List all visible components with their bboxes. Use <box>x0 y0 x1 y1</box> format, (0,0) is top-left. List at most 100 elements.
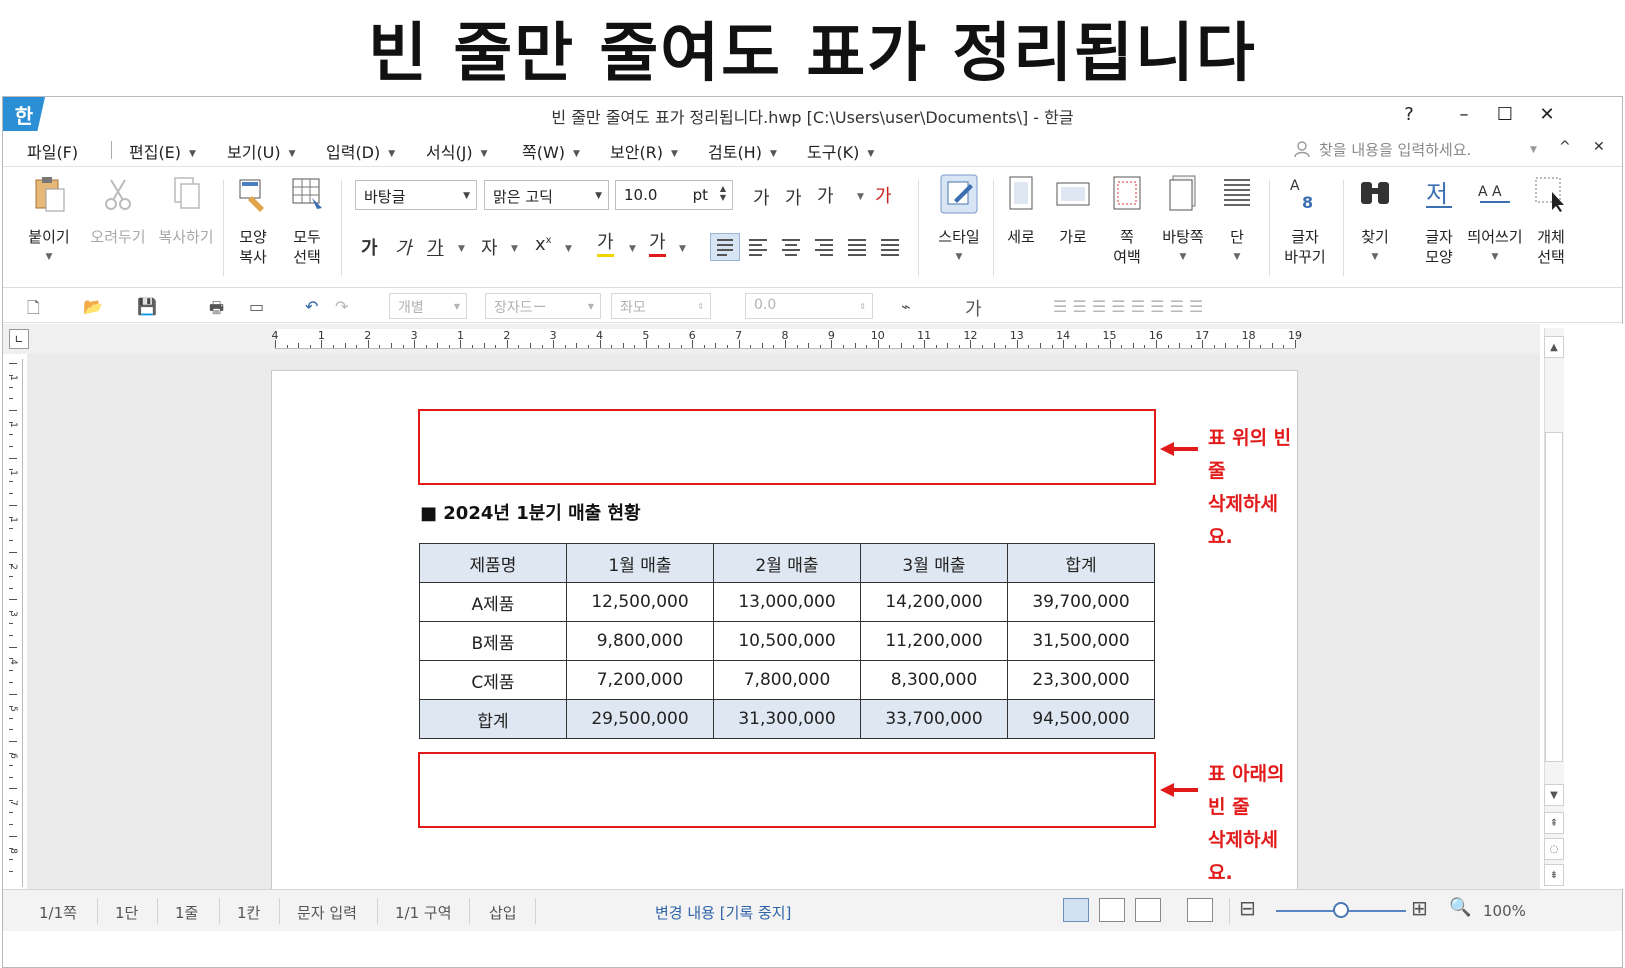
zoom-search-icon[interactable]: 🔍 <box>1449 897 1471 918</box>
table-cell[interactable]: 합계 <box>419 699 567 739</box>
chevron-down-icon[interactable]: ▼ <box>458 244 465 254</box>
line-spacing-select[interactable]: 좌모 ⇕ <box>611 293 711 319</box>
table-cell[interactable]: B제품 <box>419 621 567 661</box>
char-shape-icon[interactable]: 가 <box>875 182 892 208</box>
style-button[interactable]: 스타일 ▼ <box>931 174 987 267</box>
portrait-button[interactable]: 세로 <box>1001 174 1041 247</box>
next-page-icon[interactable]: ⇟ <box>1544 864 1564 886</box>
bold-icon[interactable]: 가 <box>361 234 378 260</box>
table-cell[interactable]: 13,000,000 <box>713 582 861 622</box>
table-header-cell[interactable]: 제품명 <box>419 543 567 583</box>
table-cell[interactable]: 14,200,000 <box>860 582 1008 622</box>
table-cell[interactable]: 31,500,000 <box>1007 621 1155 661</box>
paste-button[interactable]: 붙이기 ▼ <box>21 174 77 267</box>
superscript-icon[interactable]: xx <box>535 234 552 255</box>
font-size-field[interactable]: 10.0 pt ▲ ▼ <box>615 180 733 210</box>
menu-file[interactable]: 파일(F) <box>27 139 78 163</box>
search-dropdown-icon[interactable]: ▼ <box>1530 145 1537 155</box>
minimize-button[interactable]: – <box>1446 101 1482 127</box>
print-icon[interactable]: 🖶 <box>209 297 224 324</box>
status-mode[interactable]: 문자 입력 <box>297 902 357 923</box>
table-cell[interactable]: 7,800,000 <box>713 660 861 700</box>
open-folder-icon[interactable]: 📂 <box>83 297 103 316</box>
chevron-down-icon[interactable]: ▼ <box>857 192 864 202</box>
highlight-icon[interactable]: 가 <box>597 232 614 257</box>
prev-page-icon[interactable]: ⇞ <box>1544 812 1564 834</box>
maximize-button[interactable]: ☐ <box>1487 101 1523 127</box>
char-style-link-icon[interactable]: ⌁ <box>901 297 911 316</box>
redo-icon[interactable]: ↷ <box>335 297 348 316</box>
vertical-scrollbar[interactable]: ▲ ▼ ⇞ ◌ ⇟ <box>1540 324 1624 889</box>
menu-tools[interactable]: 도구(K) ▼ <box>807 139 874 163</box>
view-normal-icon[interactable] <box>1063 898 1089 922</box>
para-style-select[interactable]: 개별 ▼ <box>389 293 467 319</box>
char-style-select[interactable]: 장자드ー ▼ <box>485 293 601 319</box>
table-cell[interactable]: 11,200,000 <box>860 621 1008 661</box>
view-two-page-icon[interactable] <box>1099 898 1125 922</box>
scroll-down-icon[interactable]: ▼ <box>1544 784 1564 806</box>
underline-icon[interactable]: 가 <box>427 234 444 260</box>
table-cell[interactable]: 7,200,000 <box>566 660 714 700</box>
landscape-button[interactable]: 가로 <box>1051 174 1095 247</box>
table-cell[interactable]: 29,500,000 <box>566 699 714 739</box>
sales-table[interactable]: 제품명 1월 매출 2월 매출 3월 매출 합계 A제품 12,500,000 … <box>419 543 1155 739</box>
align-distribute-icon[interactable] <box>842 233 872 261</box>
char-spacing-icon[interactable]: 가 <box>817 182 834 208</box>
table-header-cell[interactable]: 3월 매출 <box>860 543 1008 583</box>
menu-view[interactable]: 보기(U) ▼ <box>227 139 296 163</box>
format-copy-button[interactable]: 모양 복사 <box>231 174 275 267</box>
zoom-in-icon[interactable]: ⊞ <box>1411 896 1428 920</box>
spacing-button[interactable]: A A 띄어쓰기 ▼ <box>1463 174 1527 267</box>
background-page-button[interactable]: 바탕쪽 ▼ <box>1155 174 1211 267</box>
chevron-down-icon[interactable]: ▼ <box>565 244 572 254</box>
table-cell[interactable]: 9,800,000 <box>566 621 714 661</box>
horizontal-ruler[interactable]: 4 1 2 3 1 2 3 4 5 6 7 8 9 10 11 12 13 14 15 16 17 18 19 <box>272 329 1302 349</box>
search-input[interactable]: 찾을 내용을 입력하세요. <box>1293 137 1523 161</box>
zoom-level[interactable]: 100% <box>1483 902 1526 920</box>
table-header-cell[interactable]: 1월 매출 <box>566 543 714 583</box>
tab-type-button[interactable]: ∟ <box>9 329 29 349</box>
chevron-down-icon[interactable]: ▼ <box>629 244 636 254</box>
scroll-up-icon[interactable]: ▲ <box>1544 336 1564 358</box>
close-doc-button[interactable]: ✕ <box>1593 139 1605 155</box>
find-button[interactable]: 찾기 ▼ <box>1353 174 1397 267</box>
strikethrough-icon[interactable]: 자 <box>481 234 498 260</box>
copy-button[interactable]: 복사하기 <box>153 174 219 247</box>
menu-format[interactable]: 서식(J) ▼ <box>426 139 488 163</box>
font-shrink-icon[interactable]: 가 <box>785 184 802 210</box>
menu-edit[interactable]: 편집(E) ▼ <box>129 139 196 163</box>
chevron-down-icon[interactable]: ▼ <box>679 244 686 254</box>
italic-icon[interactable]: 가 <box>395 234 412 260</box>
align-divide-icon[interactable] <box>875 233 905 261</box>
table-cell[interactable]: 94,500,000 <box>1007 699 1155 739</box>
zoom-out-icon[interactable]: ⊟ <box>1239 896 1256 920</box>
para-align-icon[interactable]: ☰ ☰ ☰ ☰ ☰ ☰ ☰ ☰ <box>1053 297 1203 316</box>
help-button[interactable]: ? <box>1391 101 1427 127</box>
close-button[interactable]: ✕ <box>1529 101 1565 127</box>
status-page[interactable]: 1/1쪽 <box>39 902 77 923</box>
print-preview-icon[interactable]: ▭ <box>249 297 264 316</box>
menu-review[interactable]: 검토(H) ▼ <box>708 139 777 163</box>
new-doc-icon[interactable]: 🗋 <box>27 297 40 324</box>
select-all-button[interactable]: 모두 선택 <box>285 174 329 267</box>
table-cell[interactable]: 33,700,000 <box>860 699 1008 739</box>
document-page[interactable]: 표 위의 빈 줄 삭제하세요. ■ 2024년 1분기 매출 현황 제품명 1월… <box>271 370 1298 890</box>
menu-insert[interactable]: 입력(D) ▼ <box>326 139 395 163</box>
collapse-ribbon-button[interactable]: ^ <box>1559 139 1571 155</box>
indent-field[interactable]: 0.0 ⇕ <box>745 293 873 319</box>
chevron-down-icon[interactable]: ▼ <box>511 244 518 254</box>
char-shape-button[interactable]: 저 글자 모양 <box>1417 174 1461 267</box>
scroll-thumb[interactable] <box>1545 432 1563 762</box>
table-cell[interactable]: C제품 <box>419 660 567 700</box>
menu-page[interactable]: 쪽(W) ▼ <box>522 139 580 163</box>
browse-object-icon[interactable]: ◌ <box>1544 838 1564 860</box>
table-header-cell[interactable]: 2월 매출 <box>713 543 861 583</box>
char-replace-button[interactable]: A8 글자 바꾸기 <box>1277 174 1333 267</box>
align-left-icon[interactable] <box>743 233 773 261</box>
table-cell[interactable]: 12,500,000 <box>566 582 714 622</box>
font-color-icon[interactable]: 가 <box>649 232 666 257</box>
cut-button[interactable]: 오려두기 <box>85 174 151 247</box>
table-header-cell[interactable]: 합계 <box>1007 543 1155 583</box>
table-cell[interactable]: 23,300,000 <box>1007 660 1155 700</box>
style-select[interactable]: 바탕글 ▼ <box>355 180 477 210</box>
